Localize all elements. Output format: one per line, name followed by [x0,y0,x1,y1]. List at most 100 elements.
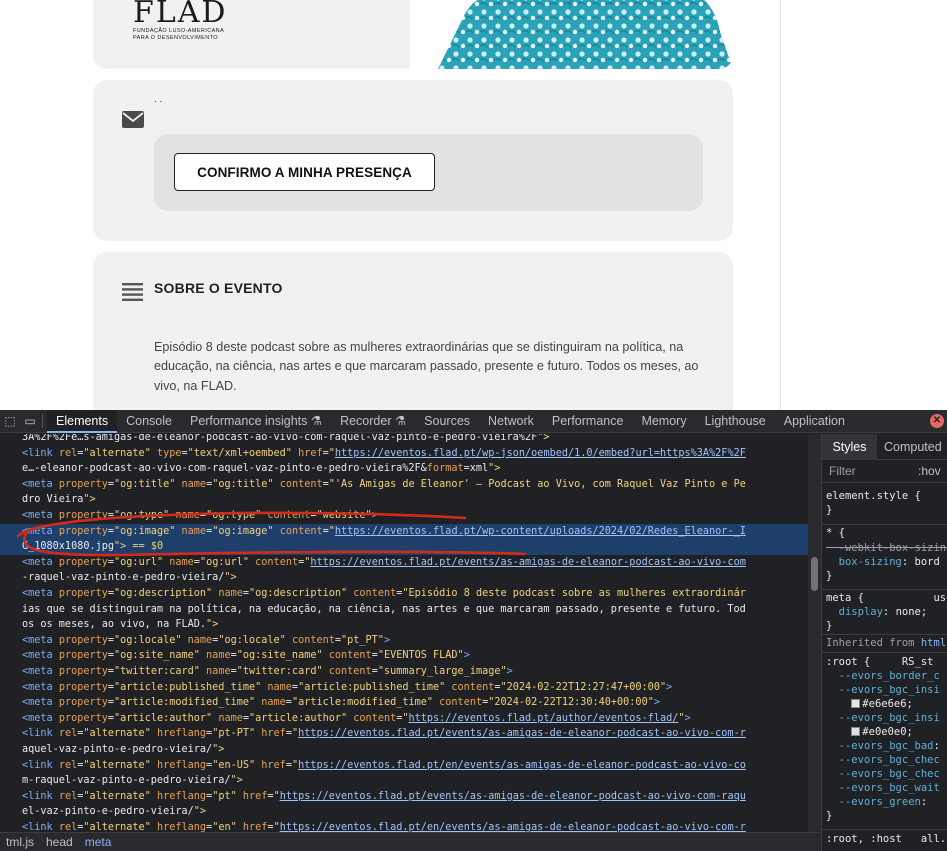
style-rule-line: box-sizing: bord [838,556,940,568]
web-page: FLAD FUNDAÇÃO LUSO-AMERICANA PARA O DESE… [0,0,947,410]
dom-line[interactable]: dro Vieira"> [0,492,808,508]
dom-line[interactable]: <meta property="og:locale" name="og:loca… [0,633,808,649]
envelope-icon [122,111,144,133]
style-rule-divider [822,634,947,635]
tab-lighthouse[interactable]: Lighthouse [696,410,775,433]
styles-tab-bar: Styles Computed [822,434,947,460]
about-event-title: SOBRE O EVENTO [154,280,283,296]
tab-network[interactable]: Network [479,410,543,433]
tab-styles[interactable]: Styles [822,434,877,460]
breadcrumb-item-head[interactable]: head [40,835,79,849]
dom-line[interactable]: ias que se distinguiram na política, na … [0,602,808,618]
dom-line[interactable]: <link rel="alternate" type="text/xml+oem… [0,446,808,462]
sidebar-divider [780,0,781,410]
breadcrumb-item-meta[interactable]: meta [79,835,118,849]
dom-line[interactable]: <link rel="alternate" hreflang="pt" href… [0,789,808,805]
dom-line[interactable]: m-raquel-vaz-pinto-e-pedro-vieira/"> [0,773,808,789]
hover-state-toggle[interactable]: :hov [918,464,941,479]
dom-line[interactable]: 3A%2F%2Fe…s-amigas-de-eleanor-podcast-ao… [0,434,808,446]
style-rule-divider [822,524,947,525]
style-rule-line: --evors_green: [838,796,934,808]
flad-logo: FLAD FUNDAÇÃO LUSO-AMERICANA PARA O DESE… [133,0,227,42]
dom-scrollbar-thumb[interactable] [811,557,818,591]
rsvp-placeholder-dots: . . [154,94,163,105]
dom-line[interactable]: <meta property="article:modified_time" n… [0,695,808,711]
dom-line[interactable]: <link rel="alternate" hreflang="pt-PT" h… [0,726,808,742]
style-rule-line: } [826,570,833,582]
dom-line[interactable]: os os meses, ao vivo, na FLAD."> [0,617,808,633]
rsvp-card: . . CONFIRMO A MINHA PRESENÇA [93,80,733,241]
style-rule-line: #e6e6e6; [826,698,913,712]
style-rule-line: } [826,810,833,822]
text-lines-icon [122,282,143,307]
dom-line[interactable]: <meta property="og:type" name="og:type" … [0,508,808,524]
breadcrumb-item-tml-js[interactable]: tml.js [0,835,40,849]
devtools-panel: ⬚ ▭ Elements Console Performance insight… [0,409,947,851]
style-rule-line: --evors_bgc_insi [838,712,940,724]
styles-filter-bar: Filter :hov [822,461,947,483]
style-rule-line: } [826,504,833,516]
tab-recorder[interactable]: Recorder ⚗ [331,410,415,433]
tab-application[interactable]: Application [775,410,854,433]
styles-filter-input[interactable]: Filter [829,464,856,479]
tab-computed[interactable]: Computed [884,434,947,460]
dom-line[interactable]: <meta property="og:site_name" name="og:s… [0,648,808,664]
style-rule-line: element.style { [826,490,921,502]
tab-performance-insights[interactable]: Performance insights ⚗ [181,410,331,433]
confirm-attendance-button[interactable]: CONFIRMO A MINHA PRESENÇA [174,153,435,191]
about-event-description: Episódio 8 deste podcast sobre as mulher… [154,340,699,393]
inspect-element-icon[interactable]: ⬚ [0,414,20,428]
style-rule-line: --evors_bgc_wait [838,782,940,794]
dom-line[interactable]: aquel-vaz-pinto-e-pedro-vieira/"> [0,742,808,758]
flad-logo-word: FLAD [133,0,228,30]
tab-console[interactable]: Console [117,410,181,433]
dom-line[interactable]: <meta property="article:author" name="ar… [0,711,808,727]
style-rule-line: * { [826,527,845,539]
tab-memory[interactable]: Memory [632,410,695,433]
hero-image [410,0,733,69]
style-rule-line: #e0e0e0; [826,726,913,740]
dom-scrollbar[interactable] [808,434,821,832]
dom-tree: 3A%2F%2Fe…s-amigas-de-eleanor-podcast-ao… [0,434,808,832]
breadcrumb: tml.js head meta [0,832,821,851]
dom-line[interactable]: -raquel-vaz-pinto-e-pedro-vieira/"> [0,570,808,586]
style-rule-line: meta { use [826,592,947,604]
style-rule-divider [822,652,947,653]
tab-separator [42,414,43,428]
devtools-tab-bar: ⬚ ▭ Elements Console Performance insight… [0,409,947,433]
hero-card: FLAD FUNDAÇÃO LUSO-AMERICANA PARA O DESE… [93,0,733,69]
dom-line[interactable]: <meta property="og:image" name="og:image… [0,523,808,540]
dom-line[interactable]: el-vaz-pinto-e-pedro-vieira/"> [0,804,808,820]
dom-line[interactable]: <meta property="og:description" name="og… [0,586,808,602]
style-rule-divider [822,829,947,830]
style-rule-divider [822,589,947,590]
dom-line[interactable]: <link rel="alternate" hreflang="en" href… [0,820,808,832]
style-rule-line: } [826,620,833,632]
dom-line[interactable]: <meta property="twitter:card" name="twit… [0,664,808,680]
dom-line[interactable]: e…-eleanor-podcast-ao-vivo-com-raquel-va… [0,461,808,477]
dom-line[interactable]: <link rel="alternate" hreflang="en-US" h… [0,758,808,774]
tab-elements[interactable]: Elements [47,409,118,433]
style-rule-line: --evors_bgc_chec [838,754,940,766]
rsvp-panel: CONFIRMO A MINHA PRESENÇA [154,134,703,211]
dom-line[interactable]: <meta property="og:title" name="og:title… [0,477,808,493]
about-event-card: SOBRE O EVENTO Episódio 8 deste podcast … [93,252,733,410]
device-toolbar-icon[interactable]: ▭ [20,414,40,428]
style-rule-line: --evors_bgc_insi [838,684,940,696]
style-rule-line: --evors_bgc_bad: [838,740,940,752]
tab-performance[interactable]: Performance [543,410,633,433]
style-rule-line: display: none; [838,606,928,618]
style-rule-line: -webkit-box-sizing [826,542,947,554]
error-count-icon[interactable]: ✕ [930,414,944,428]
style-rule-line: :root { RS_st [826,656,934,668]
tab-sources[interactable]: Sources [415,410,479,433]
style-rule-line: --evors_bgc_chec [838,768,940,780]
dom-line[interactable]: <meta property="article:published_time" … [0,680,808,696]
dom-line[interactable]: G_1080x1080.jpg"> == $0 [0,539,808,556]
dom-line[interactable]: <meta property="og:url" name="og:url" co… [0,555,808,571]
style-rule-line: :root, :host all. [826,833,947,845]
flad-logo-line1: FUNDAÇÃO LUSO-AMERICANA [133,28,225,34]
style-rule-line: --evors_border_c [838,670,940,682]
styles-pane: Styles Computed Filter :hov element.styl… [821,434,947,851]
style-rule-line: Inherited from html.j [826,637,947,649]
